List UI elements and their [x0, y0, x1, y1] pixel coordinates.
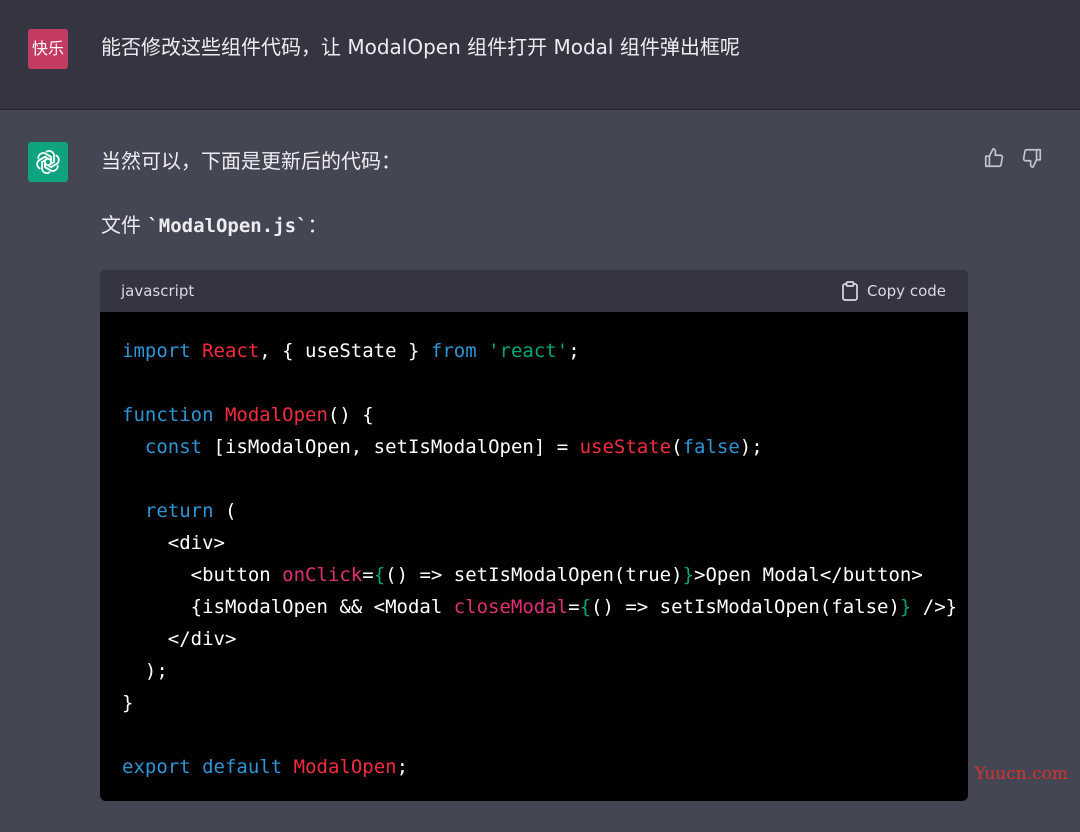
thumbs-up-button[interactable]	[982, 146, 1006, 170]
code-token: import	[122, 340, 191, 362]
watermark-text: Yuucn.com	[974, 764, 1068, 784]
file-name: `ModalOpen.js`	[147, 215, 308, 237]
code-token: () => setIsModalOpen(false)	[591, 596, 900, 618]
assistant-avatar	[28, 142, 68, 182]
code-line: function ModalOpen() {	[122, 399, 946, 431]
code-token: ;	[568, 340, 580, 362]
user-message-text: 能否修改这些组件代码，让 ModalOpen 组件打开 Modal 组件弹出框呢	[101, 35, 740, 59]
file-name-line: 文件 `ModalOpen.js`：	[101, 210, 328, 241]
code-line: }	[122, 687, 946, 719]
code-token: >Open Modal</button>	[694, 564, 923, 586]
code-language-label: javascript	[121, 282, 195, 300]
code-line: <button onClick={() => setIsModalOpen(tr…	[122, 559, 946, 591]
code-token: false	[682, 436, 740, 458]
thumbs-up-icon	[984, 148, 1004, 168]
code-line: export default ModalOpen;	[122, 751, 946, 783]
code-token: React	[202, 340, 260, 362]
assistant-message-row: 当然可以，下面是更新后的代码： 文件 `ModalOpen.js`： javas…	[0, 110, 1080, 832]
file-suffix: ：	[307, 213, 328, 237]
code-token: return	[144, 500, 214, 522]
code-token: function	[122, 404, 214, 426]
code-block-header: javascript Copy code	[100, 270, 968, 312]
code-token: }	[122, 692, 134, 714]
code-token: =	[362, 564, 374, 586]
code-token: from	[430, 340, 477, 362]
user-message-row: 快乐 能否修改这些组件代码，让 ModalOpen 组件打开 Modal 组件弹…	[0, 0, 1080, 110]
code-token: }	[682, 564, 695, 586]
code-token: );	[739, 436, 763, 458]
code-token: {isModalOpen && <Modal	[122, 596, 454, 618]
code-token: <button	[122, 564, 283, 586]
code-line: </div>	[122, 623, 946, 655]
code-line: {isModalOpen && <Modal closeModal={() =>…	[122, 591, 957, 623]
code-token: useState	[579, 436, 672, 458]
code-token: default	[202, 756, 283, 778]
code-token: () {	[327, 404, 374, 426]
code-line: <div>	[122, 527, 946, 559]
clipboard-icon	[842, 281, 858, 301]
code-token: 'react'	[488, 340, 569, 362]
code-token: <div>	[122, 532, 225, 554]
code-token: (	[671, 436, 683, 458]
openai-logo-icon	[36, 150, 60, 174]
code-token: (	[213, 500, 237, 522]
code-token: ;	[396, 756, 409, 778]
code-token: />}	[911, 596, 958, 618]
code-token: =	[568, 596, 580, 618]
code-token: [isModalOpen, setIsModalOpen] =	[202, 436, 580, 458]
code-token: export	[122, 756, 191, 778]
user-avatar: 快乐	[28, 29, 68, 69]
code-block: javascript Copy code import React, { use…	[100, 270, 968, 801]
code-line: const [isModalOpen, setIsModalOpen] = us…	[122, 431, 946, 463]
code-token: </div>	[122, 628, 237, 650]
code-line: return (	[122, 495, 946, 527]
code-line: );	[122, 655, 946, 687]
copy-code-label: Copy code	[867, 282, 946, 300]
code-token: ModalOpen	[224, 404, 328, 426]
code-token: () => setIsModalOpen(true)	[385, 564, 683, 586]
thumbs-down-icon	[1022, 148, 1042, 168]
code-token: const	[144, 436, 203, 458]
copy-code-button[interactable]: Copy code	[841, 281, 946, 301]
code-token: , { useState }	[259, 340, 431, 362]
assistant-intro-text: 当然可以，下面是更新后的代码：	[101, 149, 401, 173]
code-token: ModalOpen	[293, 756, 397, 778]
code-token: {	[373, 564, 386, 586]
code-token: closeModal	[453, 596, 569, 618]
code-line: import React, { useState } from 'react';	[122, 335, 946, 367]
code-token: {	[579, 596, 592, 618]
file-prefix: 文件	[101, 213, 148, 237]
thumbs-down-button[interactable]	[1020, 146, 1044, 170]
code-token: onClick	[282, 564, 363, 586]
code-token: );	[122, 660, 168, 682]
code-token: }	[899, 596, 912, 618]
code-content: import React, { useState } from 'react';…	[100, 312, 968, 783]
